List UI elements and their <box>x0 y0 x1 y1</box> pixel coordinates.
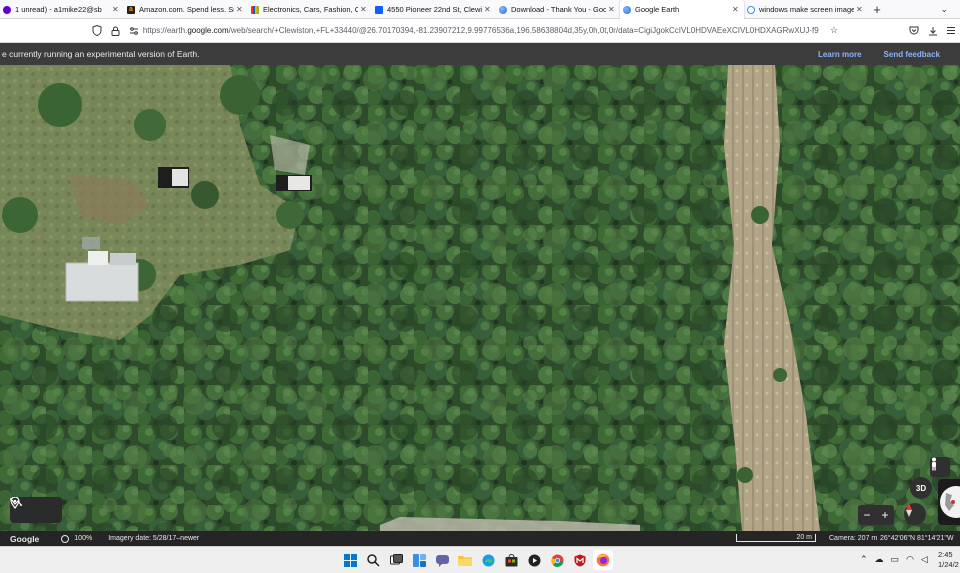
tab-label: 1 unread) - a1mike22@sb <box>15 5 102 14</box>
tab-download[interactable]: Download - Thank You - Google ✕ <box>496 0 620 19</box>
map-status-bar: Google 100% Imagery date: 5/28/17–newer … <box>0 531 960 546</box>
permissions-icon[interactable] <box>125 21 143 41</box>
tab-label: 4550 Pioneer 22nd St, Clewiston <box>387 5 482 14</box>
send-feedback-link[interactable]: Send feedback <box>884 50 940 59</box>
close-icon[interactable]: ✕ <box>112 5 120 14</box>
loading-ring-icon <box>61 534 70 543</box>
media-player-icon[interactable] <box>524 550 544 570</box>
tab-ebay[interactable]: Electronics, Cars, Fashion, Colle ✕ <box>248 0 372 19</box>
tab-label: windows make screen image ca <box>759 5 854 14</box>
bookmark-star-icon[interactable]: ☆ <box>825 21 843 41</box>
start-menu-icon[interactable] <box>340 550 360 570</box>
clock-date: 1/24/2 <box>938 560 959 569</box>
url-field[interactable]: https://earth. google.com/web/search/+Cle… <box>143 22 819 40</box>
tab-list-button[interactable]: ⌄ <box>940 4 948 15</box>
pocket-icon[interactable] <box>905 21 923 41</box>
speaker-icon[interactable]: ◁ <box>921 554 928 565</box>
google-favicon-icon <box>747 5 755 14</box>
imagery-date: Imagery date: 5/28/17–newer <box>108 535 200 542</box>
zoom-in-button[interactable]: + <box>881 508 888 522</box>
scale-bar[interactable]: 20 m <box>736 534 816 542</box>
tab-label: Download - Thank You - Google <box>511 5 606 14</box>
mcafee-shield-icon[interactable] <box>570 550 590 570</box>
zoom-out-button[interactable]: − <box>863 508 870 522</box>
navigation-bar: https://earth. google.com/web/search/+Cle… <box>0 19 960 43</box>
tab-address[interactable]: 4550 Pioneer 22nd St, Clewiston ✕ <box>372 0 496 19</box>
firefox-browser-icon[interactable] <box>593 550 613 570</box>
download-icon[interactable] <box>923 21 941 41</box>
experimental-notice-banner: e currently running an experimental vers… <box>0 43 960 65</box>
system-tray: ⌃ ☁ ▭ ◠ ◁ <box>860 554 928 565</box>
widgets-icon[interactable] <box>409 550 429 570</box>
load-percentage: 100% <box>74 535 93 542</box>
microsoft-store-icon[interactable] <box>501 550 521 570</box>
tab-label: Electronics, Cars, Fashion, Colle <box>263 5 358 14</box>
globe-minimap-icon[interactable] <box>938 479 960 525</box>
close-icon[interactable]: ✕ <box>236 5 244 14</box>
street-view-pegman-icon[interactable] <box>930 457 950 477</box>
windows-taskbar: ⌃ ☁ ▭ ◠ ◁ 2:45 1/24/2 <box>0 546 960 573</box>
measure-path-icon[interactable] <box>10 498 59 520</box>
satellite-imagery <box>0 65 960 531</box>
camera-altitude: Camera: 207 m <box>829 535 878 542</box>
clock-time: 2:45 <box>938 550 953 559</box>
tab-search[interactable]: windows make screen image ca ✕ <box>744 0 868 19</box>
close-icon[interactable]: ✕ <box>732 5 740 14</box>
browser-tab-strip: 1 unread) - a1mike22@sb ✕ a Amazon.com. … <box>0 0 960 19</box>
url-host: google.com <box>187 26 229 35</box>
learn-more-link[interactable]: Learn more <box>818 50 862 59</box>
map-tools-group <box>10 497 62 523</box>
earth-favicon-icon <box>499 5 507 14</box>
search-icon[interactable] <box>363 550 383 570</box>
close-icon[interactable]: ✕ <box>608 5 616 14</box>
tab-label: Amazon.com. Spend less. Smile <box>139 5 234 14</box>
tab-google-earth[interactable]: Google Earth ✕ <box>620 0 744 19</box>
tab-amazon[interactable]: a Amazon.com. Spend less. Smile ✕ <box>124 0 248 19</box>
tab-label: Google Earth <box>635 5 680 14</box>
new-tab-button[interactable]: + <box>868 0 886 19</box>
close-icon[interactable]: ✕ <box>484 5 492 14</box>
tab-mail[interactable]: 1 unread) - a1mike22@sb ✕ <box>0 0 124 19</box>
close-icon[interactable]: ✕ <box>856 5 864 14</box>
chevron-up-icon[interactable]: ⌃ <box>860 554 868 565</box>
shield-icon[interactable] <box>88 21 106 41</box>
google-logo: Google <box>10 533 40 544</box>
taskbar-clock[interactable]: 2:45 1/24/2 <box>938 550 959 570</box>
zoom-controls: − + <box>858 505 894 525</box>
close-icon[interactable]: ✕ <box>360 5 368 14</box>
onedrive-cloud-icon[interactable]: ☁ <box>875 554 884 565</box>
display-icon[interactable]: ▭ <box>891 554 900 565</box>
file-explorer-icon[interactable] <box>455 550 475 570</box>
menu-icon[interactable] <box>942 21 960 41</box>
banner-message: e currently running an experimental vers… <box>2 49 200 59</box>
satellite-map-view[interactable]: 3D − + <box>0 65 960 531</box>
url-path: /web/search/+Clewiston,+FL+33440/@26.701… <box>228 26 819 35</box>
url-prefix: https://earth. <box>142 26 188 35</box>
wifi-icon[interactable]: ◠ <box>906 554 914 565</box>
zillow-favicon-icon <box>375 5 383 14</box>
amazon-favicon-icon: a <box>127 5 135 14</box>
teams-chat-icon[interactable] <box>432 550 452 570</box>
task-view-icon[interactable] <box>386 550 406 570</box>
toggle-3d-button[interactable]: 3D <box>910 477 932 499</box>
ebay-favicon-icon <box>251 5 259 14</box>
earth-favicon-icon <box>623 5 631 14</box>
lock-icon[interactable] <box>106 21 124 41</box>
compass-icon[interactable] <box>904 503 926 525</box>
mail-favicon-icon <box>3 5 11 14</box>
cursor-coordinates: 26°42'06"N 81°14'21"W <box>880 535 954 542</box>
edge-browser-icon[interactable] <box>478 550 498 570</box>
chrome-browser-icon[interactable] <box>547 550 567 570</box>
